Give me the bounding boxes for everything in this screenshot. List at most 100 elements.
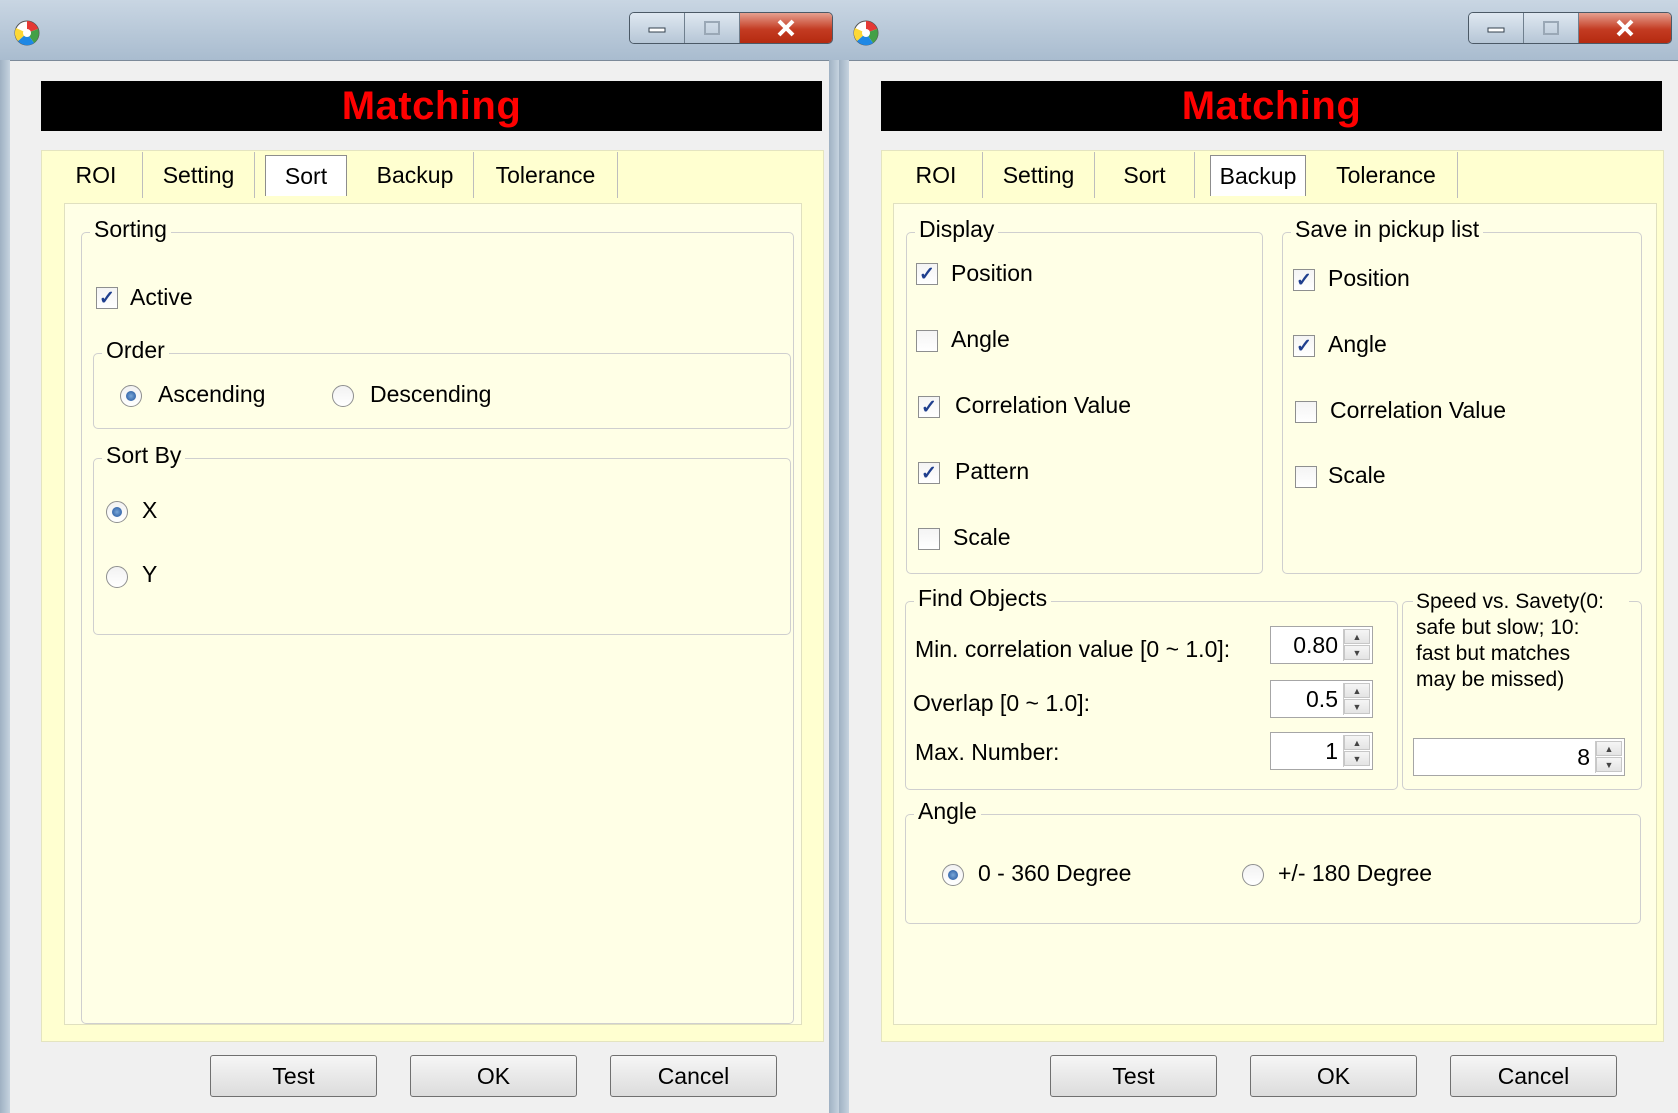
descending-label: Descending [370,381,492,407]
minimize-icon [1487,27,1505,33]
tab-setting[interactable]: Setting [143,152,255,198]
ascending-radio[interactable] [120,385,142,407]
find-objects-legend: Find Objects [914,585,1052,612]
find-objects-group: Find Objects Min. correlation value [0 ~… [905,585,1398,790]
pickup-scale-checkbox[interactable] [1295,466,1317,488]
spin-down-icon[interactable]: ▼ [1344,751,1370,766]
pickup-list-legend: Save in pickup list [1291,216,1484,243]
speed-legend-line: safe but slow; 10: [1416,616,1580,639]
max-number-label: Max. Number: [915,739,1060,765]
tab-sort[interactable]: Sort [1095,152,1195,198]
spin-down-icon[interactable]: ▼ [1596,757,1622,772]
tab-backup[interactable]: Backup [357,152,474,198]
overlap-value: 0.5 [1306,686,1338,712]
speed-legend: Speed vs. Savety(0: safe but slow; 10: f… [1413,589,1629,693]
display-angle-label: Angle [951,326,1010,352]
speed-group: Speed vs. Savety(0: safe but slow; 10: f… [1402,589,1642,790]
matching-banner: Matching [881,81,1662,131]
pickup-position-label: Position [1328,265,1410,291]
app-logo-icon[interactable] [853,20,879,46]
maximize-icon [1543,21,1559,35]
banner-title: Matching [1181,83,1362,128]
active-label: Active [130,284,193,310]
ok-button[interactable]: OK [1250,1055,1417,1097]
min-correlation-value: 0.80 [1293,632,1338,658]
close-button[interactable] [740,13,832,43]
tab-page-backup: Display ✓ Position Angle ✓ Correlation V… [893,203,1657,1025]
title-bar[interactable] [839,0,1678,61]
active-checkbox[interactable]: ✓ [96,287,118,309]
app-logo-icon[interactable] [14,20,40,46]
tab-setting[interactable]: Setting [983,152,1095,198]
max-number-spinner[interactable]: ▲ ▼ [1343,735,1370,767]
tab-sort[interactable]: Sort [265,155,347,196]
max-number-value: 1 [1325,738,1338,764]
title-bar[interactable] [0,0,839,61]
angle-legend: Angle [914,798,981,825]
spin-up-icon[interactable]: ▲ [1344,683,1370,698]
spin-down-icon[interactable]: ▼ [1344,645,1370,660]
minimize-button[interactable] [630,13,685,43]
pickup-list-group: Save in pickup list ✓ Position ✓ Angle C… [1282,216,1642,574]
test-button[interactable]: Test [210,1055,377,1097]
cancel-button[interactable]: Cancel [1450,1055,1617,1097]
display-position-label: Position [951,260,1033,286]
spin-down-icon[interactable]: ▼ [1344,699,1370,714]
speed-spinner[interactable]: ▲ ▼ [1595,741,1622,773]
overlap-label: Overlap [0 ~ 1.0]: [913,690,1091,716]
ok-button[interactable]: OK [410,1055,577,1097]
sorting-group: Sorting ✓ Active Order Ascending Descend… [81,216,794,1024]
speed-legend-line: fast but matches [1416,642,1571,665]
display-position-checkbox[interactable]: ✓ [916,263,938,285]
spin-up-icon[interactable]: ▲ [1596,741,1622,756]
tab-tolerance[interactable]: Tolerance [1315,152,1458,198]
display-scale-checkbox[interactable] [918,528,940,550]
maximize-button[interactable] [1524,13,1579,43]
min-correlation-input[interactable]: 0.80 ▲ ▼ [1270,626,1373,664]
pickup-scale-label: Scale [1328,462,1386,488]
descending-radio[interactable] [332,385,354,407]
tab-roi[interactable]: ROI [890,152,983,198]
sort-x-label: X [142,497,158,523]
pickup-position-checkbox[interactable]: ✓ [1293,269,1315,291]
sort-by-legend: Sort By [102,442,186,469]
sort-y-radio[interactable] [106,566,128,588]
speed-value: 8 [1577,744,1590,770]
max-number-input[interactable]: 1 ▲ ▼ [1270,732,1373,770]
angle-180-label: +/- 180 Degree [1278,860,1433,886]
pickup-angle-checkbox[interactable]: ✓ [1293,335,1315,357]
speed-input[interactable]: 8 ▲ ▼ [1413,738,1625,776]
caption-buttons [629,12,833,44]
sort-x-radio[interactable] [106,501,128,523]
angle-360-radio[interactable] [942,864,964,886]
cancel-button[interactable]: Cancel [610,1055,777,1097]
angle-180-radio[interactable] [1242,864,1264,886]
caption-buttons [1468,12,1672,44]
close-button[interactable] [1579,13,1671,43]
tab-roi[interactable]: ROI [50,152,143,198]
display-angle-checkbox[interactable] [916,330,938,352]
display-legend: Display [915,216,999,243]
display-scale-label: Scale [953,524,1011,550]
angle-360-label: 0 - 360 Degree [978,860,1132,886]
banner-title: Matching [341,83,522,128]
spin-up-icon[interactable]: ▲ [1344,735,1370,750]
spin-up-icon[interactable]: ▲ [1344,629,1370,644]
speed-legend-line: Speed vs. Savety(0: [1416,590,1604,613]
pickup-correlation-checkbox[interactable] [1295,401,1317,423]
tab-backup[interactable]: Backup [1210,155,1306,196]
minimize-button[interactable] [1469,13,1524,43]
display-correlation-checkbox[interactable]: ✓ [918,396,940,418]
order-group: Order Ascending Descending [93,337,791,429]
minimize-icon [648,27,666,33]
sort-y-label: Y [142,561,158,587]
ascending-label: Ascending [158,381,266,407]
overlap-spinner[interactable]: ▲ ▼ [1343,683,1370,715]
display-pattern-checkbox[interactable]: ✓ [918,462,940,484]
overlap-input[interactable]: 0.5 ▲ ▼ [1270,680,1373,718]
min-correlation-spinner[interactable]: ▲ ▼ [1343,629,1370,661]
tab-tolerance[interactable]: Tolerance [474,152,618,198]
angle-group: Angle 0 - 360 Degree +/- 180 Degree [905,798,1641,924]
maximize-button[interactable] [685,13,740,43]
test-button[interactable]: Test [1050,1055,1217,1097]
